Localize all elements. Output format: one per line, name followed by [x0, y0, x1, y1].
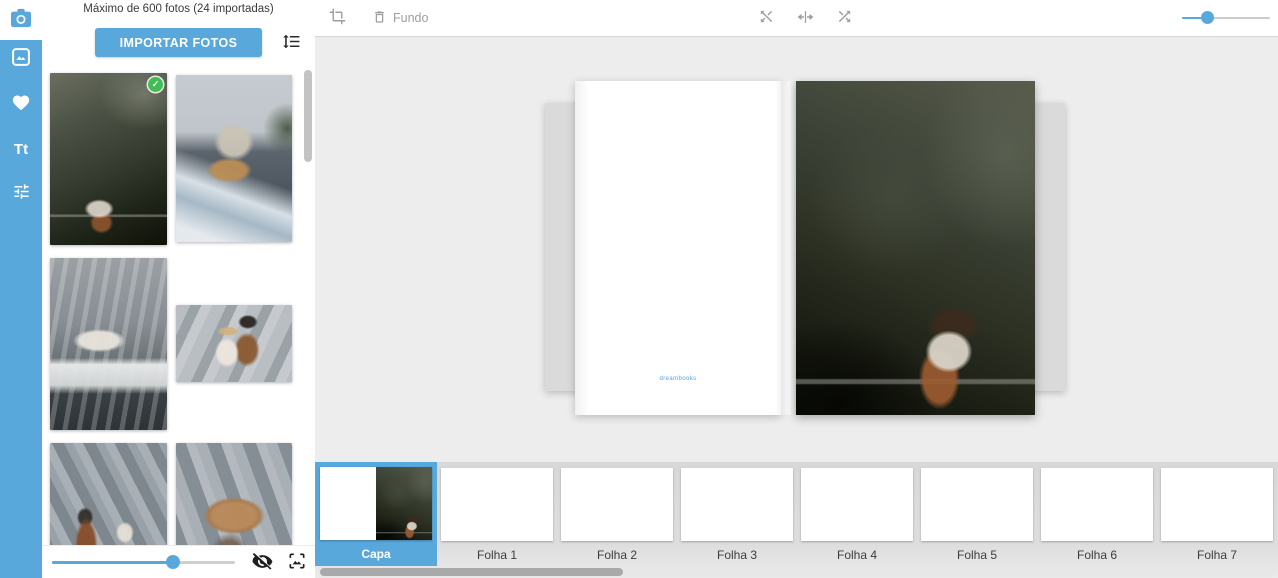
- remove-background-button[interactable]: Fundo: [372, 9, 428, 28]
- mini-back-cover: [320, 467, 376, 540]
- thumbnail-size-slider[interactable]: [52, 555, 235, 569]
- rail-item-adjust[interactable]: [0, 184, 42, 204]
- page-label: Folha 5: [957, 548, 997, 562]
- left-rail: Tt: [0, 0, 42, 578]
- page-label: Folha 4: [837, 548, 877, 562]
- spread-canvas[interactable]: dreambooks: [315, 37, 1278, 462]
- page-thumbnail: [1161, 468, 1273, 541]
- panel-footer: [42, 545, 315, 578]
- rail-item-camera[interactable]: [0, 0, 42, 40]
- swap-horizontal-icon: [796, 9, 815, 28]
- heart-icon: [11, 93, 31, 116]
- photos-icon: [11, 47, 31, 72]
- pages-strip: Capa Folha 1 Folha 2 Folha 3 Folha 4 Fol…: [315, 462, 1278, 578]
- page-label: Folha 6: [1077, 548, 1117, 562]
- photo-count-text: Máximo de 600 fotos (24 importadas): [42, 0, 315, 15]
- page-thumbnail: [681, 468, 793, 541]
- photo-thumbnail[interactable]: [176, 75, 292, 242]
- sort-icon: [282, 39, 301, 54]
- front-cover-photo[interactable]: [796, 81, 1035, 415]
- page-label: Folha 3: [717, 548, 757, 562]
- page-tile-folha-6[interactable]: Folha 6: [1037, 462, 1157, 566]
- background-label: Fundo: [393, 11, 428, 25]
- sort-photos-button[interactable]: [280, 32, 302, 54]
- page-thumbnail: [561, 468, 673, 541]
- shuffle-reverse-icon: [758, 8, 775, 28]
- back-cover-page[interactable]: dreambooks: [575, 81, 781, 415]
- used-check-badge: ✓: [148, 77, 163, 92]
- page-tile-folha-5[interactable]: Folha 5: [917, 462, 1037, 566]
- book-spine[interactable]: [781, 81, 796, 415]
- page-thumbnail: [921, 468, 1033, 541]
- rail-body: Tt: [0, 40, 42, 578]
- hide-used-photos-button[interactable]: [251, 551, 274, 574]
- rail-item-text[interactable]: Tt: [0, 139, 42, 159]
- page-tile-folha-7[interactable]: Folha 7: [1157, 462, 1277, 566]
- editor-area: Fundo: [315, 0, 1278, 578]
- shuffle-icon: [836, 8, 853, 28]
- photo-thumbnail[interactable]: [176, 443, 292, 545]
- page-label: Capa: [361, 547, 390, 561]
- canvas-zoom-slider[interactable]: [1182, 11, 1270, 24]
- photobook-editor: Tt Máximo de 600 fotos (24 importadas) I…: [0, 0, 1278, 578]
- page-thumbnail: [441, 468, 553, 541]
- camera-icon: [10, 8, 32, 33]
- page-thumbnail: [320, 467, 432, 540]
- page-label: Folha 2: [597, 548, 637, 562]
- eye-off-icon: [251, 551, 274, 574]
- crop-button[interactable]: [329, 8, 346, 28]
- crop-icon: [329, 8, 346, 28]
- rail-item-favorites[interactable]: [0, 94, 42, 114]
- photo-frame-icon: [287, 551, 307, 574]
- tune-icon: [12, 182, 31, 206]
- page-tile-folha-3[interactable]: Folha 3: [677, 462, 797, 566]
- page-tile-folha-1[interactable]: Folha 1: [437, 462, 557, 566]
- trash-icon: [372, 9, 387, 28]
- photo-panel: Máximo de 600 fotos (24 importadas) IMPO…: [42, 0, 315, 578]
- photo-thumbnail[interactable]: [176, 305, 292, 382]
- brand-logo-text: dreambooks: [575, 376, 781, 382]
- mini-front-cover: [376, 467, 432, 540]
- swap-pages-button[interactable]: [796, 9, 815, 28]
- photo-thumbnail[interactable]: [50, 443, 167, 545]
- page-thumbnail: [801, 468, 913, 541]
- text-icon: Tt: [14, 141, 28, 158]
- page-label: Folha 7: [1197, 548, 1237, 562]
- import-photos-button[interactable]: IMPORTAR FOTOS: [95, 28, 262, 57]
- photo-thumbnail[interactable]: ✓: [50, 73, 167, 245]
- editor-toolbar: Fundo: [315, 0, 1278, 37]
- slider-thumb[interactable]: [166, 555, 180, 569]
- photo-grid: ✓: [42, 62, 315, 545]
- page-tile-folha-4[interactable]: Folha 4: [797, 462, 917, 566]
- rail-item-photos[interactable]: [0, 49, 42, 69]
- shuffle-button[interactable]: [836, 8, 853, 28]
- toolbar-center-group: [758, 0, 853, 36]
- zoom-slider-thumb[interactable]: [1201, 11, 1214, 24]
- photo-thumbnail[interactable]: [50, 258, 167, 430]
- panel-scrollbar[interactable]: [304, 70, 312, 162]
- strip-scrollbar[interactable]: [318, 567, 1275, 577]
- autofill-frames-button[interactable]: [287, 551, 307, 574]
- page-label: Folha 1: [477, 548, 517, 562]
- slider-fill: [52, 561, 173, 564]
- strip-scrollbar-thumb[interactable]: [320, 568, 623, 576]
- page-thumbnail: [1041, 468, 1153, 541]
- shuffle-left-button[interactable]: [758, 8, 775, 28]
- page-tile-folha-2[interactable]: Folha 2: [557, 462, 677, 566]
- page-tile-capa[interactable]: Capa: [315, 462, 437, 566]
